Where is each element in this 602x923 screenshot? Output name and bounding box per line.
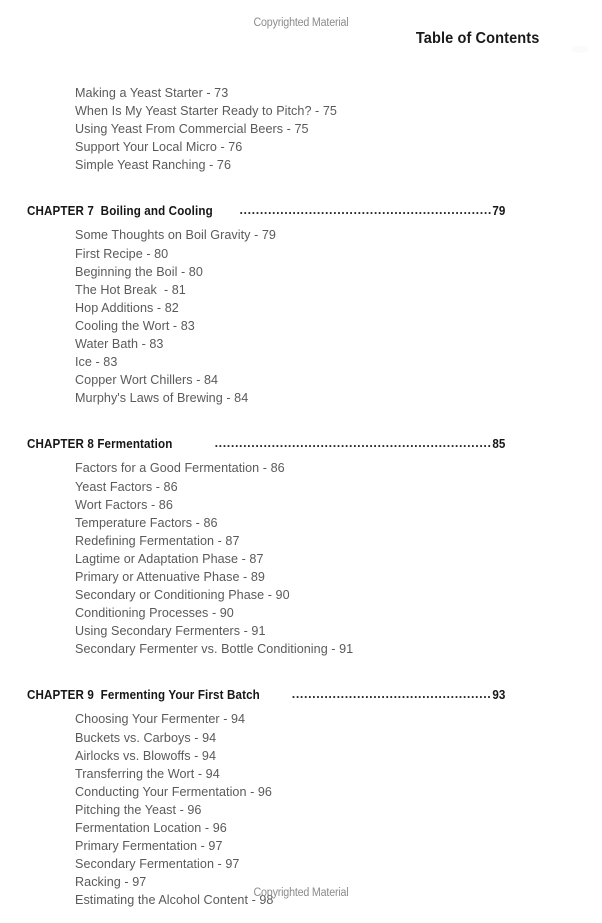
toc-section: CHAPTER 9 Fermenting Your First Batch...… bbox=[0, 686, 602, 909]
toc-entry[interactable]: Conditioning Processes - 90 bbox=[75, 604, 602, 622]
toc-entry[interactable]: Secondary Fermenter vs. Bottle Condition… bbox=[75, 640, 602, 658]
entry-group: Factors for a Good Fermentation - 86 Yeas… bbox=[0, 459, 602, 658]
toc-entry[interactable]: Murphy's Laws of Brewing - 84 bbox=[75, 389, 602, 407]
toc-entry[interactable]: Cooling the Wort - 83 bbox=[75, 317, 602, 335]
toc-entry[interactable]: Temperature Factors - 86 bbox=[75, 514, 602, 532]
toc-entry[interactable]: Primary or Attenuative Phase - 89 bbox=[75, 568, 602, 586]
page-title: Table of Contents bbox=[415, 30, 539, 47]
toc-page: Copyrighted Material Table of Contents M… bbox=[0, 0, 602, 923]
chapter-heading[interactable]: CHAPTER 9 Fermenting Your First Batch...… bbox=[27, 686, 505, 704]
toc-entry[interactable]: Fermentation Location - 96 bbox=[75, 819, 602, 837]
chapter-page-number: 85 bbox=[492, 436, 505, 452]
toc-entry[interactable]: Water Bath - 83 bbox=[75, 335, 602, 353]
toc-entry[interactable]: Conducting Your Fermentation - 96 bbox=[75, 783, 602, 801]
toc-section: CHAPTER 8 Fermentation..................… bbox=[0, 435, 602, 658]
toc-entry[interactable]: Simple Yeast Ranching - 76 bbox=[75, 156, 602, 174]
toc-entry[interactable]: Using Yeast From Commercial Beers - 75 bbox=[75, 120, 602, 138]
toc-section: Making a Yeast Starter - 73 When Is My Ye… bbox=[0, 84, 602, 174]
toc-entry[interactable]: Secondary Fermentation - 97 bbox=[75, 855, 602, 873]
chapter-title: CHAPTER 9 Fermenting Your First Batch bbox=[27, 687, 260, 703]
chapter-page-number: 93 bbox=[492, 687, 505, 703]
toc-entry[interactable]: Hop Additions - 82 bbox=[75, 299, 602, 317]
table-of-contents-list: Making a Yeast Starter - 73 When Is My Ye… bbox=[0, 84, 602, 909]
dot-leader: ........................................… bbox=[239, 203, 490, 218]
toc-entry[interactable]: Redefining Fermentation - 87 bbox=[75, 532, 602, 550]
toc-entry[interactable]: Transferring the Wort - 94 bbox=[75, 765, 602, 783]
dot-leader: ........................................… bbox=[214, 436, 491, 451]
entry-group: Some Thoughts on Boil Gravity - 79 First … bbox=[0, 226, 602, 407]
chapter-heading[interactable]: CHAPTER 7 Boiling and Cooling...........… bbox=[27, 202, 505, 220]
toc-entry[interactable]: Using Secondary Fermenters - 91 bbox=[75, 622, 602, 640]
toc-entry[interactable]: Secondary or Conditioning Phase - 90 bbox=[75, 586, 602, 604]
toc-entry[interactable]: Factors for a Good Fermentation - 86 bbox=[75, 459, 602, 477]
chapter-title: CHAPTER 8 Fermentation bbox=[27, 436, 173, 452]
toc-entry[interactable]: Yeast Factors - 86 bbox=[75, 478, 602, 496]
toc-entry[interactable]: When Is My Yeast Starter Ready to Pitch?… bbox=[75, 102, 602, 120]
toc-entry[interactable]: Airlocks vs. Blowoffs - 94 bbox=[75, 747, 602, 765]
toc-entry[interactable]: Lagtime or Adaptation Phase - 87 bbox=[75, 550, 602, 568]
toc-entry[interactable]: Wort Factors - 86 bbox=[75, 496, 602, 514]
running-head: Copyrighted Material bbox=[253, 17, 349, 29]
toc-entry[interactable]: The Hot Break - 81 bbox=[75, 281, 602, 299]
chapter-page-number: 79 bbox=[492, 203, 505, 219]
toc-entry[interactable]: Ice - 83 bbox=[75, 353, 602, 371]
toc-entry[interactable]: Support Your Local Micro - 76 bbox=[75, 138, 602, 156]
toc-entry[interactable]: First Recipe - 80 bbox=[75, 245, 602, 263]
toc-entry[interactable]: Primary Fermentation - 97 bbox=[75, 837, 602, 855]
scan-artifact bbox=[572, 46, 588, 53]
toc-entry[interactable]: Some Thoughts on Boil Gravity - 79 bbox=[75, 226, 602, 244]
toc-entry[interactable]: Pitching the Yeast - 96 bbox=[75, 801, 602, 819]
chapter-heading[interactable]: CHAPTER 8 Fermentation..................… bbox=[27, 435, 505, 453]
toc-entry[interactable]: Making a Yeast Starter - 73 bbox=[75, 84, 602, 102]
toc-entry[interactable]: Choosing Your Fermenter - 94 bbox=[75, 710, 602, 728]
toc-entry[interactable]: Beginning the Boil - 80 bbox=[75, 263, 602, 281]
entry-group: Choosing Your Fermenter - 94 Buckets vs. … bbox=[0, 710, 602, 909]
chapter-title: CHAPTER 7 Boiling and Cooling bbox=[27, 203, 213, 219]
running-foot: Copyrighted Material bbox=[253, 887, 349, 899]
dot-leader: ........................................… bbox=[291, 687, 491, 702]
toc-entry[interactable]: Buckets vs. Carboys - 94 bbox=[75, 729, 602, 747]
toc-entry[interactable]: Copper Wort Chillers - 84 bbox=[75, 371, 602, 389]
entry-group: Making a Yeast Starter - 73 When Is My Ye… bbox=[0, 84, 602, 174]
toc-section: CHAPTER 7 Boiling and Cooling...........… bbox=[0, 202, 602, 407]
